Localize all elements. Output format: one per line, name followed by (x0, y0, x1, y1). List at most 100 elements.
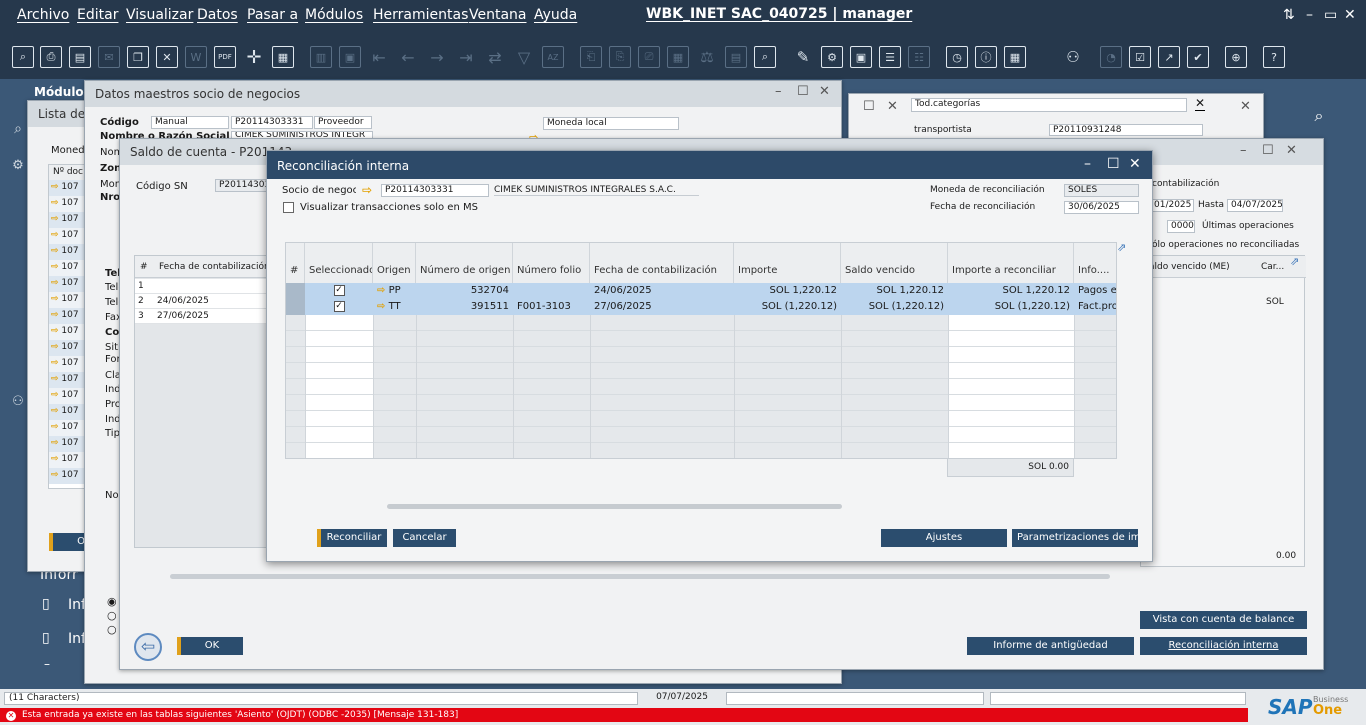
minimize-icon[interactable]: – (1240, 143, 1247, 158)
link-arrow-icon[interactable]: ⇨ (51, 470, 59, 480)
restore-icon[interactable]: ▭ (1324, 7, 1337, 23)
link-arrow-icon[interactable]: ⇨ (51, 278, 59, 288)
category-dropdown[interactable]: Tod.categorías (911, 98, 1187, 112)
sort-icon[interactable]: AZ (542, 46, 564, 68)
radio-button[interactable]: ○ (107, 609, 117, 622)
link-arrow-icon[interactable]: ⇨ (51, 230, 59, 240)
table-row[interactable]: 3 27/06/2025 (135, 309, 275, 324)
minimize-icon[interactable]: – (1306, 7, 1313, 23)
minimize-icon[interactable]: – (1084, 156, 1091, 172)
table-row[interactable]: ✓ ⇨ PP 532704 24/06/2025 SOL 1,220.12 SOL 1,2… (286, 283, 1116, 299)
hasta-field[interactable]: 04/07/2025 (1227, 199, 1283, 212)
print-icon[interactable]: ⎙ (40, 46, 62, 68)
link-arrow-icon[interactable]: ⇨ (51, 326, 59, 336)
link-arrow-icon[interactable]: ⇨ (51, 294, 59, 304)
link-arrow-icon[interactable]: ⇨ (51, 310, 59, 320)
user-icon[interactable]: ⚇ (1062, 46, 1084, 68)
row-select-checkbox[interactable]: ✓ (305, 283, 373, 299)
approve-icon[interactable]: ✔ (1187, 46, 1209, 68)
export-icon[interactable]: ↗ (1158, 46, 1180, 68)
balance-icon[interactable]: ⚖ (696, 46, 718, 68)
settings-doc-icon[interactable]: ⚙ (821, 46, 843, 68)
fecha-reconc-field[interactable]: 30/06/2025 (1064, 201, 1139, 214)
horizontal-scrollbar[interactable] (387, 504, 842, 509)
preview-icon[interactable]: ⌕ (12, 46, 34, 68)
ms-checkbox[interactable] (283, 202, 294, 213)
add-icon[interactable]: ▣ (339, 46, 361, 68)
radio-button[interactable]: ◉ (107, 595, 117, 608)
word-icon[interactable]: W (185, 46, 207, 68)
col-origen-header[interactable]: Origen (373, 243, 416, 283)
moneda-dropdown[interactable]: Moneda local (543, 117, 679, 130)
table-row[interactable]: 1 (135, 279, 275, 294)
menu-pasar-a[interactable]: Pasar a (247, 7, 298, 23)
calculator-icon[interactable]: ▦ (1004, 46, 1026, 68)
layout-icon[interactable]: ⎚ (638, 46, 660, 68)
link-arrow-icon[interactable]: ⇨ (51, 390, 59, 400)
settings-icon[interactable]: ⇅ (1283, 7, 1295, 23)
horizontal-scrollbar[interactable] (170, 574, 1110, 579)
clear-icon[interactable]: ✕ (1195, 96, 1206, 111)
move-icon[interactable]: ✛ (243, 46, 265, 68)
informe-antiguedad-button[interactable]: Informe de antigüedad (967, 637, 1134, 655)
base-document-icon[interactable]: ⎗ (580, 46, 602, 68)
cancelar-button[interactable]: Cancelar (393, 529, 456, 547)
maximize-icon[interactable]: ☐ (797, 84, 809, 99)
excel-icon[interactable]: ✕ (156, 46, 178, 68)
email-icon[interactable]: ✉ (98, 46, 120, 68)
vista-balance-button[interactable]: Vista con cuenta de balance (1140, 611, 1307, 629)
a-reconciliar-cell[interactable]: SOL (1,220.12) (948, 299, 1074, 315)
search-doc-icon[interactable]: ⌕ (754, 46, 776, 68)
people-icon[interactable]: ⚇ (10, 393, 26, 409)
desde-field[interactable]: 01/2025 (1150, 199, 1194, 212)
close-icon[interactable]: ✕ (819, 84, 830, 99)
menu-ventana[interactable]: Ventana (469, 7, 527, 23)
col-seleccionado-header[interactable]: Seleccionado (305, 243, 373, 283)
ultimas-count-field[interactable]: 0000 (1167, 220, 1195, 233)
ajustes-button[interactable]: Ajustes (881, 529, 1007, 547)
link-arrow-icon[interactable]: ⇨ (51, 198, 59, 208)
messages-icon[interactable]: ☰ (879, 46, 901, 68)
print-preview-icon[interactable]: ▤ (69, 46, 91, 68)
gear-icon[interactable]: ⚙ (10, 157, 26, 173)
error-message[interactable]: ✕ Esta entrada ya existe en las tablas si… (0, 708, 1248, 722)
last-record-icon[interactable]: ⇥ (455, 46, 477, 68)
journal-icon[interactable]: ▤ (725, 46, 747, 68)
link-arrow-icon[interactable]: ⇨ (51, 262, 59, 272)
close-icon[interactable]: ✕ (1344, 7, 1356, 23)
parametrizaciones-button[interactable]: Parametrizaciones de impresión (1012, 529, 1138, 547)
link-arrow-icon[interactable]: ⇨ (51, 182, 59, 192)
col-numero-folio-header[interactable]: Número folio (513, 243, 590, 283)
timer-icon[interactable]: ◷ (946, 46, 968, 68)
search-icon[interactable]: ⌕ (10, 121, 26, 137)
link-arrow-icon[interactable]: ⇨ (51, 406, 59, 416)
link-arrow-icon[interactable]: ⇨ (51, 422, 59, 432)
tasks-icon[interactable]: ☑ (1129, 46, 1151, 68)
close-icon[interactable]: ✕ (1129, 156, 1141, 172)
info-icon[interactable]: ⓘ (975, 46, 997, 68)
menu-herramientas[interactable]: Herramientas (373, 7, 468, 23)
ok-button[interactable]: OK (177, 637, 243, 655)
socio-code-field[interactable]: P20114303331 (381, 184, 489, 197)
calendar-icon[interactable]: ▦ (667, 46, 689, 68)
web-icon[interactable]: ⊕ (1225, 46, 1247, 68)
link-arrow-icon[interactable]: ⇨ (51, 454, 59, 464)
link-arrow-icon[interactable]: ⇨ (51, 438, 59, 448)
col-saldo-header[interactable]: Saldo vencido (841, 243, 948, 283)
back-arrow-icon[interactable]: ⇦ (134, 633, 162, 661)
find-icon[interactable]: ▥ (310, 46, 332, 68)
link-arrow-icon[interactable]: ⇨ (362, 183, 372, 197)
widget-icon[interactable]: ◔ (1100, 46, 1122, 68)
target-document-icon[interactable]: ⎘ (609, 46, 631, 68)
alerts-icon[interactable]: ☷ (908, 46, 930, 68)
link-arrow-icon[interactable]: ⇨ (51, 358, 59, 368)
col-importe-header[interactable]: Importe (734, 243, 841, 283)
link-arrow-icon[interactable]: ⇨ (51, 342, 59, 352)
copy-icon[interactable]: ❐ (127, 46, 149, 68)
minimize-icon[interactable]: – (775, 84, 782, 99)
maximize-icon[interactable]: ☐ (1262, 143, 1274, 158)
edit-icon[interactable]: ✎ (792, 46, 814, 68)
row-select-checkbox[interactable]: ✓ (305, 299, 373, 315)
codigo-mode-field[interactable]: Manual (151, 116, 229, 129)
close-icon[interactable]: ✕ (887, 99, 898, 114)
